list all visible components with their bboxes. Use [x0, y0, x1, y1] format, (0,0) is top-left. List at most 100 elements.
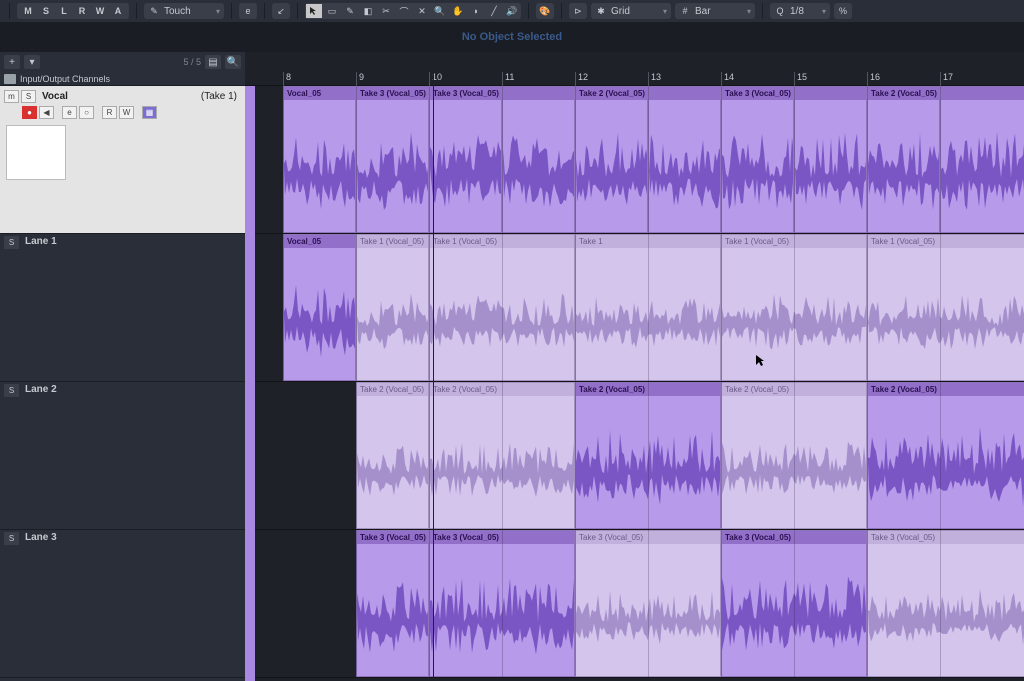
- listen-all-btn[interactable]: L: [56, 4, 72, 18]
- grid-type-select[interactable]: # Bar: [675, 3, 755, 19]
- mute-tool-btn[interactable]: ✕: [414, 4, 430, 18]
- quantize-percent-btn[interactable]: %: [834, 3, 852, 19]
- waveform: [941, 100, 1024, 232]
- audio-clip[interactable]: Take 2 (Vocal_05): [867, 382, 1024, 529]
- audio-clip[interactable]: [940, 86, 1024, 233]
- io-channels-row[interactable]: Input/Output Channels: [0, 72, 245, 86]
- audio-clip[interactable]: [502, 86, 575, 233]
- track-row-lane3[interactable]: Take 3 (Vocal_05)Take 3 (Vocal_05)Take 3…: [245, 530, 1024, 678]
- read-automation-btn[interactable]: R: [102, 106, 117, 119]
- comp-tool-btn[interactable]: ✋: [450, 4, 466, 18]
- solo-all-btn[interactable]: S: [38, 4, 54, 18]
- grid-line: [575, 86, 576, 233]
- split-tool-btn[interactable]: ✂: [378, 4, 394, 18]
- snap-mode-select[interactable]: ✱ Grid: [591, 3, 671, 19]
- grid-line: [502, 86, 503, 233]
- grid-line: [429, 234, 430, 381]
- track-header-vocal[interactable]: m S Vocal (Take 1) ● ◀ e ○ R W ▦: [0, 86, 245, 234]
- grid-line: [867, 530, 868, 677]
- freeze-btn[interactable]: ○: [79, 106, 94, 119]
- grid-line: [283, 530, 284, 677]
- quantize-select[interactable]: Q 1/8: [770, 3, 830, 19]
- lane-header-2[interactable]: S Lane 2: [0, 382, 245, 530]
- automation-all-btn[interactable]: A: [110, 4, 126, 18]
- color-tool-btn[interactable]: 🎨: [536, 3, 554, 19]
- e-edit-btn[interactable]: e: [239, 3, 257, 19]
- ruler-mark-17: 17: [940, 72, 953, 86]
- write-all-btn[interactable]: W: [92, 4, 108, 18]
- playhead[interactable]: [433, 72, 434, 681]
- audio-clip[interactable]: Take 2 (Vocal_05): [575, 86, 648, 233]
- timewarp-tool-btn[interactable]: ◗: [468, 4, 484, 18]
- constrain-icon[interactable]: ↙: [272, 3, 290, 19]
- track-row-lane1[interactable]: Vocal_05Take 1 (Vocal_05)Take 1 (Vocal_0…: [245, 234, 1024, 382]
- selection-tool-btn[interactable]: [306, 4, 322, 18]
- zoom-tool-btn[interactable]: 🔍: [432, 4, 448, 18]
- audio-clip[interactable]: [648, 86, 721, 233]
- lane-header-3[interactable]: S Lane 3: [0, 530, 245, 678]
- waveform: [430, 100, 501, 232]
- timeline-area[interactable]: 891011121314151617 Vocal_05Take 3 (Vocal…: [245, 72, 1024, 681]
- grid-type-label: Bar: [695, 6, 711, 17]
- header-row: + ▾ 5 / 5 ▤ 🔍: [0, 52, 1024, 72]
- erase-tool-btn[interactable]: ◧: [360, 4, 376, 18]
- audio-clip[interactable]: Vocal_05: [283, 234, 356, 381]
- lane-name-1: Lane 1: [25, 236, 57, 379]
- grid-line: [648, 234, 649, 381]
- waveform: [649, 100, 720, 232]
- audio-clip[interactable]: Take 3 (Vocal_05): [356, 530, 429, 677]
- write-automation-btn[interactable]: W: [119, 106, 134, 119]
- monitor-btn[interactable]: ◀: [39, 106, 54, 119]
- ruler-mark-12: 12: [575, 72, 588, 86]
- automation-mode-select[interactable]: ✎ Touch: [144, 3, 224, 19]
- lane-area: Vocal_05Take 3 (Vocal_05)Take 3 (Vocal_0…: [245, 86, 1024, 678]
- line-tool-btn[interactable]: ╱: [486, 4, 502, 18]
- audio-clip[interactable]: Take 3 (Vocal_05): [867, 530, 1024, 677]
- mute-all-btn[interactable]: M: [20, 4, 36, 18]
- track-name-label: Vocal: [42, 91, 68, 102]
- snap-toggle-btn[interactable]: ⊳: [569, 3, 587, 19]
- audio-clip[interactable]: Take 3 (Vocal_05): [721, 86, 794, 233]
- timeline-ruler[interactable]: 891011121314151617: [245, 72, 1024, 86]
- grid-line: [502, 234, 503, 381]
- lane-solo-btn-2[interactable]: S: [4, 384, 19, 397]
- track-solo-btn[interactable]: S: [21, 90, 36, 103]
- track-row-lane2[interactable]: Take 2 (Vocal_05)Take 2 (Vocal_05)Take 2…: [245, 382, 1024, 530]
- show-lanes-btn[interactable]: ▦: [142, 106, 157, 119]
- audio-clip[interactable]: Take 2 (Vocal_05): [356, 382, 429, 529]
- clip-label: [941, 87, 1024, 100]
- draw-tool-btn[interactable]: ✎: [342, 4, 358, 18]
- audio-clip[interactable]: [794, 86, 867, 233]
- lane-solo-btn-1[interactable]: S: [4, 236, 19, 249]
- audio-clip[interactable]: Take 1 (Vocal_05): [867, 234, 1024, 381]
- add-track-btn[interactable]: +: [4, 55, 20, 69]
- read-all-btn[interactable]: R: [74, 4, 90, 18]
- play-tool-btn[interactable]: 🔊: [504, 4, 520, 18]
- audio-clip[interactable]: Take 2 (Vocal_05): [867, 86, 940, 233]
- grid-line: [575, 382, 576, 529]
- track-menu-btn[interactable]: ▾: [24, 55, 40, 69]
- clip-label: Take 2 (Vocal_05): [868, 87, 939, 100]
- audio-clip[interactable]: Take 1 (Vocal_05): [356, 234, 429, 381]
- audio-clip[interactable]: Vocal_05: [283, 86, 356, 233]
- grid-line: [502, 530, 503, 677]
- audio-clip[interactable]: Take 3 (Vocal_05): [356, 86, 429, 233]
- grid-line: [721, 382, 722, 529]
- grid-line: [429, 530, 430, 677]
- range-tool-btn[interactable]: ▭: [324, 4, 340, 18]
- lane-solo-btn-3[interactable]: S: [4, 532, 19, 545]
- track-search-btn[interactable]: 🔍: [225, 55, 241, 69]
- lane-header-1[interactable]: S Lane 1: [0, 234, 245, 382]
- edit-channel-btn[interactable]: e: [62, 106, 77, 119]
- track-filter-count: 5 / 5: [183, 57, 201, 67]
- ruler-mark-15: 15: [794, 72, 807, 86]
- glue-tool-btn[interactable]: ⌒: [396, 4, 412, 18]
- folder-icon: [4, 74, 16, 84]
- audio-clip[interactable]: Take 3 (Vocal_05): [429, 86, 502, 233]
- record-enable-btn[interactable]: ●: [22, 106, 37, 119]
- clip-label: Take 2 (Vocal_05): [576, 87, 647, 100]
- track-mute-btn[interactable]: m: [4, 90, 19, 103]
- hash-icon: #: [679, 5, 691, 17]
- track-row-main[interactable]: Vocal_05Take 3 (Vocal_05)Take 3 (Vocal_0…: [245, 86, 1024, 234]
- track-config-btn[interactable]: ▤: [205, 55, 221, 69]
